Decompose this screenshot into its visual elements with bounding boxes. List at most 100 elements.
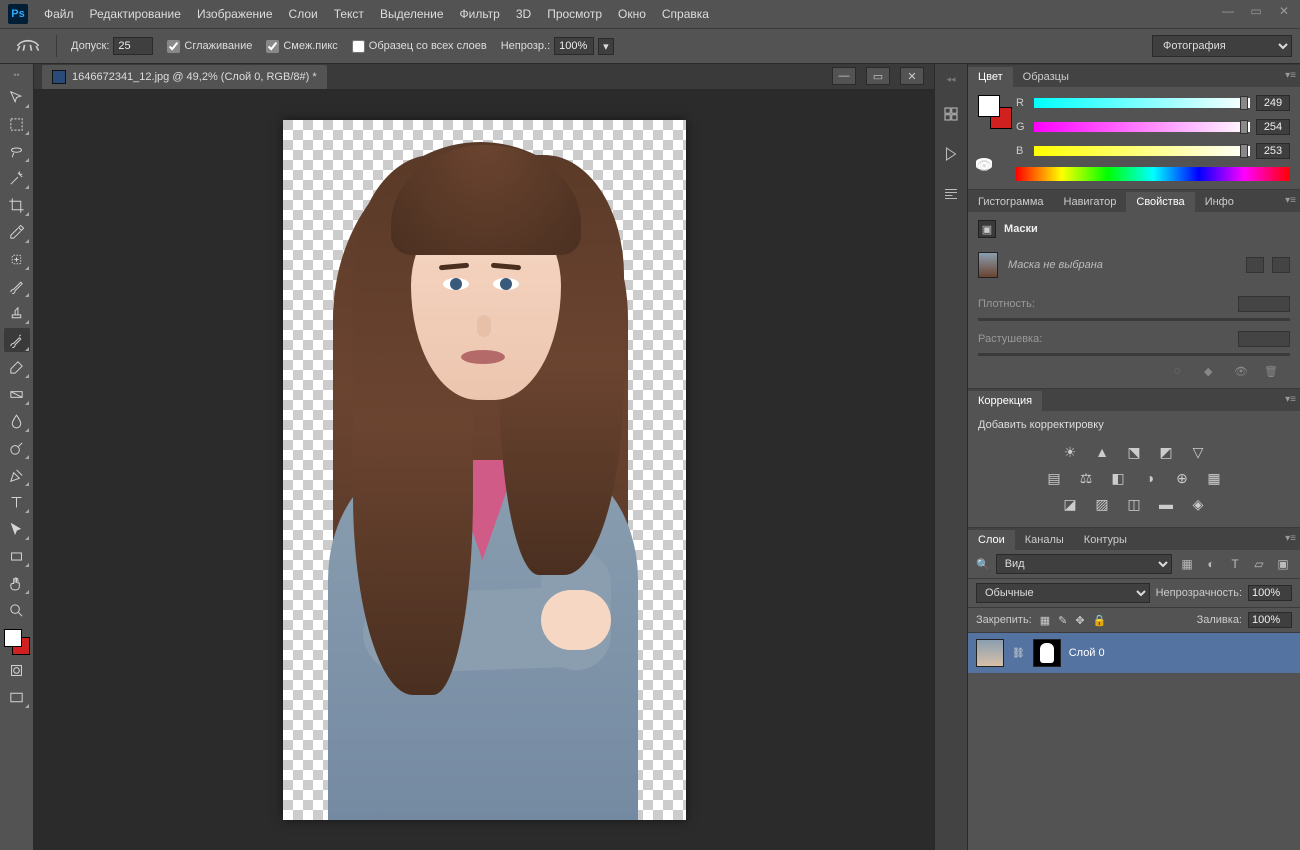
marquee-tool-icon[interactable] xyxy=(4,112,30,136)
feather-input[interactable] xyxy=(1238,331,1290,347)
menu-window[interactable]: Окно xyxy=(618,7,646,21)
opacity-input[interactable] xyxy=(554,37,594,55)
path-selection-tool-icon[interactable] xyxy=(4,517,30,541)
tab-paths[interactable]: Контуры xyxy=(1074,530,1137,550)
menu-file[interactable]: Файл xyxy=(44,7,74,21)
menu-help[interactable]: Справка xyxy=(662,7,709,21)
opacity-dropdown-icon[interactable]: ▾ xyxy=(598,38,614,55)
fill-input[interactable] xyxy=(1248,612,1292,628)
hand-tool-icon[interactable] xyxy=(4,571,30,595)
color-lookup-icon[interactable]: ▦ xyxy=(1204,469,1224,487)
gradient-tool-icon[interactable] xyxy=(4,382,30,406)
blur-tool-icon[interactable] xyxy=(4,409,30,433)
green-value[interactable]: 254 xyxy=(1256,119,1290,135)
tab-navigator[interactable]: Навигатор xyxy=(1054,192,1127,212)
toggle-mask-icon[interactable]: 👁 xyxy=(1234,365,1250,379)
history-panel-icon[interactable] xyxy=(940,103,962,125)
document-tab[interactable]: 1646672341_12.jpg @ 49,2% (Слой 0, RGB/8… xyxy=(42,65,327,89)
density-input[interactable] xyxy=(1238,296,1290,312)
zoom-tool-icon[interactable] xyxy=(4,598,30,622)
delete-mask-icon[interactable]: 🗑 xyxy=(1264,365,1280,379)
layer-mask-thumbnail[interactable] xyxy=(1033,639,1061,667)
canvas[interactable] xyxy=(283,120,686,820)
menu-filter[interactable]: Фильтр xyxy=(460,7,500,21)
filter-smart-icon[interactable]: ▣ xyxy=(1274,556,1292,572)
posterize-icon[interactable]: ▨ xyxy=(1092,495,1112,513)
load-selection-icon[interactable]: ◌ xyxy=(1174,365,1190,379)
move-tool-icon[interactable] xyxy=(4,85,30,109)
tab-color[interactable]: Цвет xyxy=(968,67,1013,87)
pixel-mask-icon[interactable] xyxy=(1246,257,1264,273)
rectangle-tool-icon[interactable] xyxy=(4,544,30,568)
crop-tool-icon[interactable] xyxy=(4,193,30,217)
layer-thumbnail[interactable] xyxy=(976,639,1004,667)
photo-filter-icon[interactable]: ◑ xyxy=(1140,469,1160,487)
doc-maximize-icon[interactable]: ▭ xyxy=(866,67,890,85)
apply-mask-icon[interactable]: ◆ xyxy=(1204,365,1220,379)
canvas-viewport[interactable] xyxy=(34,90,934,850)
tab-histogram[interactable]: Гистограмма xyxy=(968,192,1054,212)
magic-wand-tool-icon[interactable] xyxy=(4,166,30,190)
panel-menu-icon[interactable]: ▾≡ xyxy=(1285,394,1296,405)
tab-info[interactable]: Инфо xyxy=(1195,192,1244,212)
contiguous-checkbox[interactable]: Смеж.пикс xyxy=(266,40,337,53)
eyedropper-tool-icon[interactable] xyxy=(4,220,30,244)
vibrance-icon[interactable]: ▽ xyxy=(1188,443,1208,461)
pen-tool-icon[interactable] xyxy=(4,463,30,487)
paragraph-panel-icon[interactable] xyxy=(940,183,962,205)
mask-mode-icon[interactable]: ▣ xyxy=(978,220,996,238)
tab-adjustments[interactable]: Коррекция xyxy=(968,391,1042,411)
menu-3d[interactable]: 3D xyxy=(516,7,531,21)
history-brush-tool-icon[interactable] xyxy=(4,328,30,352)
selective-color-icon[interactable]: ◈ xyxy=(1188,495,1208,513)
menu-image[interactable]: Изображение xyxy=(197,7,273,21)
antialias-checkbox[interactable]: Сглаживание xyxy=(167,40,252,53)
doc-close-icon[interactable]: ✕ xyxy=(900,67,924,85)
red-slider[interactable] xyxy=(1034,98,1250,108)
levels-icon[interactable]: ▲ xyxy=(1092,443,1112,461)
gradient-map-icon[interactable]: ▬ xyxy=(1156,495,1176,513)
menu-view[interactable]: Просмотр xyxy=(547,7,602,21)
hue-saturation-icon[interactable]: ▤ xyxy=(1044,469,1064,487)
window-minimize-icon[interactable]: — xyxy=(1220,4,1236,18)
brightness-contrast-icon[interactable]: ☀ xyxy=(1060,443,1080,461)
lock-position-icon[interactable]: ✥ xyxy=(1075,614,1084,627)
actions-panel-icon[interactable] xyxy=(940,143,962,165)
layer-filter-select[interactable]: Вид xyxy=(996,554,1172,574)
sample-all-layers-checkbox[interactable]: Образец со всех слоев xyxy=(352,40,487,53)
menu-type[interactable]: Текст xyxy=(334,7,364,21)
black-white-icon[interactable]: ◧ xyxy=(1108,469,1128,487)
panel-menu-icon[interactable]: ▾≡ xyxy=(1285,195,1296,206)
lock-all-icon[interactable]: 🔒 xyxy=(1093,614,1107,627)
healing-brush-tool-icon[interactable] xyxy=(4,247,30,271)
menu-edit[interactable]: Редактирование xyxy=(90,7,181,21)
lock-transparency-icon[interactable]: ▦ xyxy=(1040,614,1050,627)
lock-pixels-icon[interactable]: ✎ xyxy=(1058,614,1067,627)
quick-mask-icon[interactable] xyxy=(4,658,30,682)
menu-layer[interactable]: Слои xyxy=(289,7,318,21)
layer-opacity-input[interactable] xyxy=(1248,585,1292,601)
type-tool-icon[interactable] xyxy=(4,490,30,514)
tolerance-input[interactable] xyxy=(113,37,153,55)
spectrum-ramp[interactable] xyxy=(1016,167,1290,181)
clone-stamp-tool-icon[interactable] xyxy=(4,301,30,325)
filter-pixel-icon[interactable]: ▦ xyxy=(1178,556,1196,572)
channel-mixer-icon[interactable]: ⊕ xyxy=(1172,469,1192,487)
panel-grip-icon[interactable]: •• xyxy=(4,70,30,80)
filter-adjust-icon[interactable]: ◐ xyxy=(1202,556,1220,572)
green-slider[interactable] xyxy=(1034,122,1250,132)
blue-value[interactable]: 253 xyxy=(1256,143,1290,159)
layer-row[interactable]: 👁 ⛓ Слой 0 xyxy=(968,633,1300,673)
color-balance-icon[interactable]: ⚖ xyxy=(1076,469,1096,487)
curves-icon[interactable]: ⬔ xyxy=(1124,443,1144,461)
tab-layers[interactable]: Слои xyxy=(968,530,1015,550)
tab-properties[interactable]: Свойства xyxy=(1126,192,1194,212)
layer-visibility-icon[interactable]: 👁 xyxy=(976,158,992,170)
tab-swatches[interactable]: Образцы xyxy=(1013,67,1079,87)
panel-menu-icon[interactable]: ▾≡ xyxy=(1285,70,1296,81)
filter-shape-icon[interactable]: ▱ xyxy=(1250,556,1268,572)
vector-mask-icon[interactable] xyxy=(1272,257,1290,273)
lasso-tool-icon[interactable] xyxy=(4,139,30,163)
panel-menu-icon[interactable]: ▾≡ xyxy=(1285,533,1296,544)
screen-mode-icon[interactable] xyxy=(4,685,30,709)
